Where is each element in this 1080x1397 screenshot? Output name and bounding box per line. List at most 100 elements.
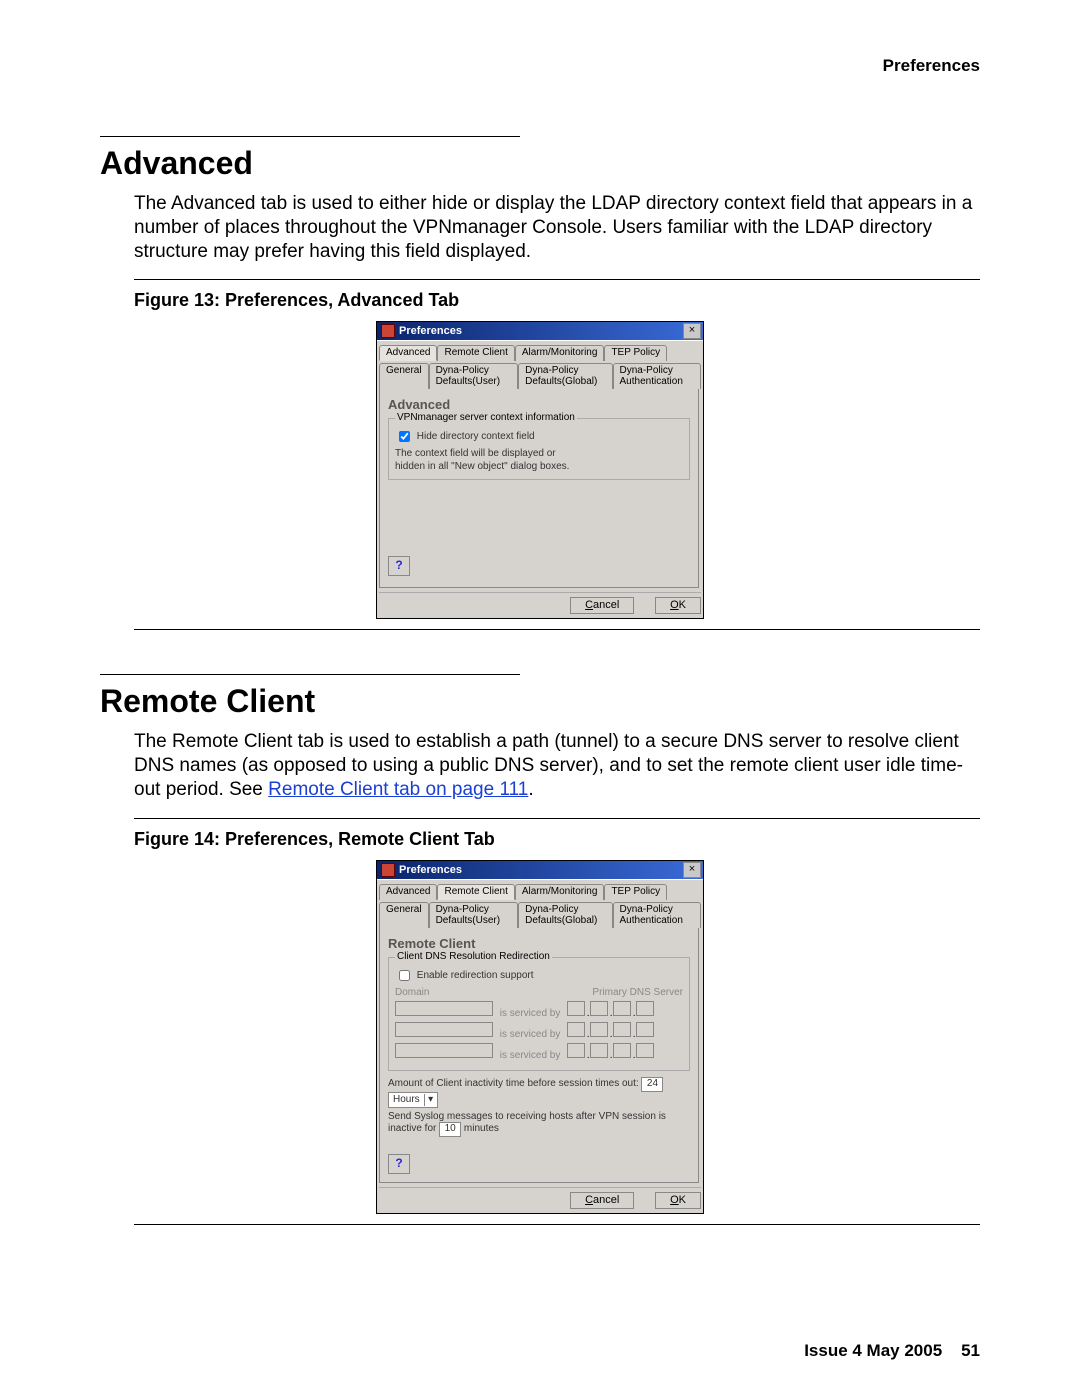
tab-row-1: Advanced Remote Client Alarm/Monitoring …	[379, 884, 701, 900]
ip-octet[interactable]	[567, 1043, 585, 1058]
panel-title: Remote Client	[388, 936, 690, 951]
figure-13: Preferences × Advanced Remote Client Ala…	[134, 321, 946, 619]
tab-row-2: General Dyna-Policy Defaults(User) Dyna-…	[379, 363, 701, 389]
section-rule	[100, 136, 520, 137]
page-footer: Issue 4 May 2005 51	[804, 1341, 980, 1361]
titlebar: Preferences ×	[377, 861, 703, 879]
ip-octet[interactable]	[636, 1001, 654, 1016]
window-title: Preferences	[399, 325, 462, 337]
enable-redirect-checkbox[interactable]	[399, 970, 410, 981]
figure-rule-bottom	[134, 629, 980, 630]
hide-context-label: Hide directory context field	[417, 431, 535, 442]
tab-general[interactable]: General	[379, 363, 429, 389]
heading-remote-client: Remote Client	[100, 683, 980, 720]
tab-tep-policy[interactable]: TEP Policy	[604, 884, 667, 900]
hint-line-1: The context field will be displayed or	[395, 448, 683, 461]
tab-panel-advanced: Advanced VPNmanager server context infor…	[379, 388, 699, 588]
ip-octet[interactable]	[567, 1001, 585, 1016]
tab-alarm-monitoring[interactable]: Alarm/Monitoring	[515, 345, 605, 361]
tab-row-1: Advanced Remote Client Alarm/Monitoring …	[379, 345, 701, 361]
app-icon	[381, 324, 395, 338]
syslog-value-field[interactable]: 10	[439, 1122, 461, 1137]
tab-dyna-global[interactable]: Dyna-Policy Defaults(Global)	[518, 902, 612, 928]
serviced-by-2: is serviced by	[500, 1029, 561, 1040]
tab-alarm-monitoring[interactable]: Alarm/Monitoring	[515, 884, 605, 900]
syslog-row: Send Syslog messages to receiving hosts …	[388, 1111, 690, 1137]
tab-remote-client[interactable]: Remote Client	[437, 884, 514, 900]
inactivity-unit-select[interactable]: Hours ▾	[388, 1092, 438, 1108]
help-button[interactable]: ?	[388, 1154, 410, 1174]
para-remote-prefix: The Remote Client tab is used to establi…	[134, 731, 963, 800]
inactivity-row: Amount of Client inactivity time before …	[388, 1077, 690, 1108]
tab-dyna-global[interactable]: Dyna-Policy Defaults(Global)	[518, 363, 612, 389]
section-rule-2	[100, 674, 520, 675]
cancel-button[interactable]: Cancel	[570, 1192, 634, 1209]
tab-dyna-auth[interactable]: Dyna-Policy Authentication	[613, 363, 702, 389]
serviced-by-1: is serviced by	[500, 1008, 561, 1019]
dialog-button-row: Cancel OK	[379, 592, 701, 614]
heading-advanced: Advanced	[100, 145, 980, 182]
cancel-button[interactable]: Cancel	[570, 597, 634, 614]
running-header: Preferences	[100, 56, 980, 76]
ok-button[interactable]: OK	[655, 597, 701, 614]
domain-field-1[interactable]	[395, 1001, 493, 1016]
tab-remote-client[interactable]: Remote Client	[437, 345, 514, 361]
ip-octet[interactable]	[636, 1043, 654, 1058]
tab-dyna-auth[interactable]: Dyna-Policy Authentication	[613, 902, 702, 928]
group-title: Client DNS Resolution Redirection	[395, 951, 552, 962]
para-advanced: The Advanced tab is used to either hide …	[134, 192, 980, 263]
inactivity-label: Amount of Client inactivity time before …	[388, 1078, 639, 1089]
figure-rule-top	[134, 279, 980, 280]
prefs-dialog-remote: Preferences × Advanced Remote Client Ala…	[376, 860, 704, 1214]
group-context-info: VPNmanager server context information Hi…	[388, 418, 690, 480]
serviced-by-3: is serviced by	[500, 1050, 561, 1061]
figure-caption-13: Figure 13: Preferences, Advanced Tab	[134, 290, 980, 311]
syslog-unit: minutes	[464, 1123, 499, 1134]
document-page: Preferences Advanced The Advanced tab is…	[0, 0, 1080, 1397]
ip-octet[interactable]	[613, 1022, 631, 1037]
ip-octet[interactable]	[567, 1022, 585, 1037]
app-icon	[381, 863, 395, 877]
ip-octet[interactable]	[613, 1001, 631, 1016]
ip-octet[interactable]	[590, 1001, 608, 1016]
footer-issue: Issue 4 May 2005	[804, 1341, 942, 1360]
para-remote-client: The Remote Client tab is used to establi…	[134, 730, 980, 801]
help-button[interactable]: ?	[388, 556, 410, 576]
tab-advanced[interactable]: Advanced	[379, 345, 437, 361]
inactivity-value-field[interactable]: 24	[641, 1077, 663, 1092]
tab-tep-policy[interactable]: TEP Policy	[604, 345, 667, 361]
panel-title: Advanced	[388, 397, 690, 412]
figure-14: Preferences × Advanced Remote Client Ala…	[134, 860, 946, 1214]
tab-dyna-user[interactable]: Dyna-Policy Defaults(User)	[429, 902, 519, 928]
figure-rule-top-2	[134, 818, 980, 819]
tab-panel-remote: Remote Client Client DNS Resolution Redi…	[379, 927, 699, 1183]
xref-remote-client-tab[interactable]: Remote Client tab on page 111	[268, 779, 528, 800]
tab-dyna-user[interactable]: Dyna-Policy Defaults(User)	[429, 363, 519, 389]
chevron-down-icon: ▾	[424, 1094, 437, 1106]
tab-row-2: General Dyna-Policy Defaults(User) Dyna-…	[379, 902, 701, 928]
figure-rule-bottom-2	[134, 1224, 980, 1225]
ip-octet[interactable]	[613, 1043, 631, 1058]
domain-field-3[interactable]	[395, 1043, 493, 1058]
syslog-label: Send Syslog messages to receiving hosts …	[388, 1111, 666, 1134]
domain-label: Domain	[395, 987, 505, 998]
window-title: Preferences	[399, 864, 462, 876]
footer-page-number: 51	[961, 1341, 980, 1360]
ip-octet[interactable]	[590, 1022, 608, 1037]
close-icon[interactable]: ×	[683, 862, 701, 878]
tab-general[interactable]: General	[379, 902, 429, 928]
group-title: VPNmanager server context information	[395, 412, 577, 423]
hide-context-checkbox[interactable]	[399, 431, 410, 442]
ip-octet[interactable]	[590, 1043, 608, 1058]
figure-caption-14: Figure 14: Preferences, Remote Client Ta…	[134, 829, 980, 850]
ok-button[interactable]: OK	[655, 1192, 701, 1209]
ip-octet[interactable]	[636, 1022, 654, 1037]
group-dns-redirect: Client DNS Resolution Redirection Enable…	[388, 957, 690, 1071]
domain-field-2[interactable]	[395, 1022, 493, 1037]
close-icon[interactable]: ×	[683, 323, 701, 339]
para-remote-suffix: .	[528, 779, 533, 800]
tab-advanced[interactable]: Advanced	[379, 884, 437, 900]
inactivity-unit-value: Hours	[389, 1094, 424, 1105]
hint-line-2: hidden in all "New object" dialog boxes.	[395, 461, 683, 474]
enable-redirect-label: Enable redirection support	[417, 970, 534, 981]
